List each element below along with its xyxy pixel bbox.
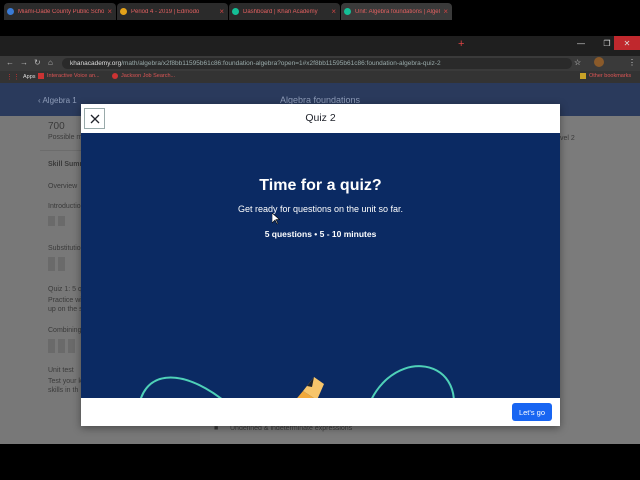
bookmark-label: Jackson Job Search...: [121, 73, 176, 79]
modal-footer: [81, 398, 560, 426]
sidebar-item-combining[interactable]: Combining: [48, 327, 81, 334]
url-path: /math/algebra/x2f8bb11595b61c86:foundati…: [121, 60, 441, 67]
bookmark-label: Apps: [23, 74, 36, 80]
modal-body: Time for a quiz? Get ready for questions…: [81, 133, 560, 398]
quiz1-description: Practice wi up on the s: [48, 297, 83, 313]
url-host: khanacademy.org: [70, 60, 122, 67]
quiz-modal: Quiz 2 Time for a quiz? Get ready for qu…: [81, 104, 560, 426]
skill-bar: [58, 216, 65, 226]
bookmark-item[interactable]: Interactive Voice an...: [38, 73, 100, 79]
skill-row-label[interactable]: Undefined & indeterminate expressions: [230, 425, 352, 432]
skill-row-icon: ■: [214, 425, 219, 432]
mouse-cursor-icon: [272, 213, 280, 225]
quiz-subtitle: Get ready for questions on the unit so f…: [237, 204, 404, 214]
modal-title: Quiz 2: [305, 112, 336, 124]
tab-title: Dashboard | Khan Academy: [243, 8, 318, 15]
skill-bar: [68, 339, 75, 353]
tab-favicon: [232, 8, 239, 15]
points-label: Possible m: [48, 134, 83, 141]
new-tab-button[interactable]: +: [458, 38, 464, 50]
bookmark-star-icon[interactable]: ☆: [574, 58, 581, 67]
sidebar-item-quiz1[interactable]: Quiz 1: 5 q: [48, 286, 82, 293]
other-bookmarks-label: Other bookmarks: [589, 73, 632, 79]
tab-title: Period 4 - 2019 | Edmodo: [131, 8, 200, 15]
tab-close-icon[interactable]: ×: [331, 7, 336, 16]
skill-bar: [48, 216, 55, 226]
tab-title: Miami-Dade County Public Scho: [18, 8, 105, 15]
tab-close-icon[interactable]: ×: [219, 7, 224, 16]
bookmark-item[interactable]: Jackson Job Search...: [112, 73, 175, 79]
bookmark-favicon: [112, 73, 118, 79]
window-close-icon[interactable]: ✕: [614, 36, 640, 50]
skill-bar: [48, 339, 55, 353]
bookmark-apps[interactable]: ⋮⋮ Apps: [6, 73, 36, 81]
skill-bar: [48, 257, 55, 271]
level-label: vel 2: [560, 135, 575, 142]
sidebar-item-intro[interactable]: Introductio: [48, 203, 81, 210]
tab-title: Unit: Algebra foundations | Algel: [355, 8, 440, 15]
browser-tab-3[interactable]: Dashboard | Khan Academy ×: [229, 3, 340, 20]
sidebar-item-substitution[interactable]: Substitutio: [48, 245, 81, 252]
overview-link[interactable]: Overview: [48, 183, 77, 190]
folder-icon: [580, 73, 586, 79]
sidebar-item-unit-test[interactable]: Unit test: [48, 367, 74, 374]
skill-bar: [58, 339, 65, 353]
screen: Miami-Dade County Public Scho × Period 4…: [0, 0, 640, 480]
browser-tab-1[interactable]: Miami-Dade County Public Scho ×: [4, 3, 116, 20]
reload-icon[interactable]: ↻: [34, 58, 41, 67]
other-bookmarks[interactable]: Other bookmarks: [580, 73, 631, 79]
minimize-icon[interactable]: —: [568, 36, 594, 50]
bookmark-favicon: [38, 73, 44, 79]
tab-favicon: [344, 8, 351, 15]
tab-close-icon[interactable]: ×: [443, 7, 448, 16]
modal-header: Quiz 2: [81, 104, 560, 134]
url-field[interactable]: khanacademy.org/math/algebra/x2f8bb11595…: [62, 58, 572, 69]
tab-close-icon[interactable]: ×: [107, 7, 112, 16]
skill-bar: [58, 257, 65, 271]
points-value: 700: [48, 121, 65, 132]
quiz-heading: Time for a quiz?: [259, 177, 382, 194]
back-arrow-icon[interactable]: ←: [6, 58, 14, 67]
menu-dots-icon[interactable]: ⋮: [628, 58, 636, 67]
lets-go-button[interactable]: Let's go: [512, 403, 552, 421]
tab-favicon: [7, 8, 14, 15]
browser-tab-2[interactable]: Period 4 - 2019 | Edmodo ×: [117, 3, 228, 20]
tab-favicon: [120, 8, 127, 15]
letterbox-bottom: [0, 444, 640, 480]
avatar[interactable]: [594, 57, 604, 67]
home-icon[interactable]: ⌂: [48, 58, 53, 67]
apps-grid-icon: ⋮⋮: [6, 74, 20, 81]
swoosh-line-right: [371, 365, 455, 398]
unit-test-description: Test your k skills in th: [48, 378, 82, 394]
pencil-icon: [297, 377, 324, 398]
swoosh-line-left: [140, 376, 222, 398]
browser-tab-4-active[interactable]: Unit: Algebra foundations | Algel ×: [341, 3, 452, 20]
quiz-meta: 5 questions • 5 - 10 minutes: [264, 229, 377, 239]
tab-strip: [0, 36, 640, 56]
forward-arrow-icon[interactable]: →: [20, 58, 28, 67]
pencil-illustration: [140, 365, 455, 398]
bookmark-label: Interactive Voice an...: [47, 73, 100, 79]
